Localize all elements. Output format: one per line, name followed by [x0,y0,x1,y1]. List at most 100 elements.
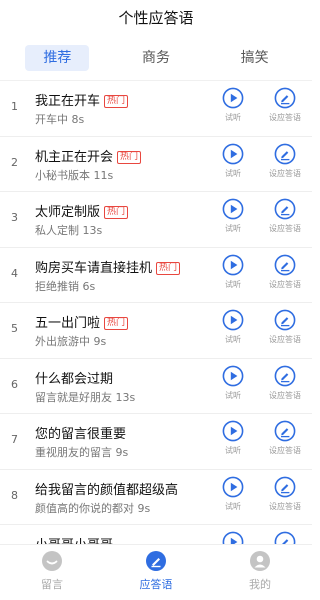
tab-funny[interactable]: 搞笑 [223,45,287,71]
bottom-nav: 留言 应答语 我的 [0,544,312,600]
item-title: 给我留言的颜值都超级高 [35,479,178,498]
set-reply-button[interactable]: 设应答语 [262,143,308,179]
item-title-text: 我正在开车 [35,94,101,109]
nav-replies-label: 应答语 [139,578,173,591]
listen-button[interactable]: 试听 [210,531,256,544]
hot-badge: 热门 [156,261,181,275]
set-reply-label: 设应答语 [269,501,301,511]
listen-button[interactable]: 试听 [210,420,256,456]
item-index: 8 [11,488,18,502]
item-title-text: 太师定制版 [35,205,101,220]
hot-badge: 热门 [104,206,129,219]
listen-label: 试听 [225,501,241,511]
item-title: 您的留言很重要 [35,423,126,442]
hot-badge: 热门 [104,95,129,108]
edit-reply-icon [274,87,296,109]
item-title: 我正在开车 热门 [35,90,129,109]
set-reply-label: 设应答语 [269,446,301,455]
listen-label: 试听 [225,390,241,400]
nav-messages-label: 留言 [41,578,63,591]
set-reply-button[interactable]: 设应答语 [262,254,308,290]
item-title: 五一出门啦 热门 [35,312,129,331]
edit-reply-icon [274,531,296,544]
item-description: 拒绝推销 6s [35,279,96,293]
listen-label: 试听 [225,335,241,344]
item-description: 外出旅游中 9s [35,335,107,348]
set-reply-label: 设应答语 [269,224,301,233]
nav-profile[interactable]: 我的 [208,545,312,600]
set-reply-label: 设应答语 [269,279,301,289]
greeting-list: 1 我正在开车 热门 开车中 8s 试听 设应答语 2 机主正在开会 热门 小秘书版本 11s 试听… [0,80,312,544]
play-icon [222,420,244,442]
listen-button[interactable]: 试听 [210,198,256,234]
nav-replies[interactable]: 应答语 [104,545,208,600]
item-title-text: 购房买车请直接挂机 [35,260,153,276]
item-title: 什么都会过期 [35,368,113,387]
message-icon [42,551,62,571]
play-icon [222,254,244,275]
item-title: 小哥哥小哥哥 [35,534,113,544]
category-tabs: 推荐 商务 搞笑 [0,44,312,72]
item-index: 3 [11,211,18,224]
play-icon [222,309,244,331]
item-index: 2 [11,155,18,169]
set-reply-button[interactable]: 设应答语 [262,365,308,401]
list-item: 2 机主正在开会 热门 小秘书版本 11s 试听 设应答语 [0,137,312,192]
listen-label: 试听 [225,446,241,455]
item-description: 私人定制 13s [35,224,103,237]
edit-reply-icon [274,365,296,386]
set-reply-button[interactable]: 设应答语 [262,309,308,345]
set-reply-button[interactable]: 设应答语 [262,420,308,456]
set-reply-label: 设应答语 [269,113,301,122]
item-title-text: 什么都会过期 [35,371,114,387]
set-reply-label: 设应答语 [269,335,301,344]
item-description: 重视朋友的留言 9s [35,446,129,459]
hot-badge: 热门 [104,317,129,330]
listen-button[interactable]: 试听 [210,309,256,345]
list-item: 3 太师定制版 热门 私人定制 13s 试听 设应答语 [0,192,312,248]
hot-badge: 热门 [117,150,142,164]
listen-button[interactable]: 试听 [210,476,256,512]
item-description: 留言就是好朋友 13s [35,390,136,404]
item-index: 5 [11,322,18,335]
item-index: 6 [11,377,18,391]
listen-button[interactable]: 试听 [210,254,256,290]
list-item: 4 购房买车请直接挂机 热门 拒绝推销 6s 试听 设应答语 [0,248,312,303]
item-description: 颜值高的你说的都对 9s [35,501,151,515]
item-title: 购房买车请直接挂机 热门 [35,257,181,276]
tab-recommended[interactable]: 推荐 [25,45,90,71]
item-index: 1 [11,100,18,113]
listen-label: 试听 [225,224,241,233]
list-item: 8 给我留言的颜值都超级高 颜值高的你说的都对 9s 试听 设应答语 [0,470,312,525]
item-title-text: 五一出门啦 [35,316,101,331]
listen-button[interactable]: 试听 [210,87,256,123]
edit-reply-icon [274,476,296,497]
play-icon [222,87,244,109]
profile-icon [250,551,270,571]
item-title: 太师定制版 热门 [35,201,129,220]
edit-reply-icon [274,198,296,220]
item-title: 机主正在开会 热门 [35,146,142,165]
item-title-text: 您的留言很重要 [35,427,127,442]
tab-business[interactable]: 商务 [124,45,188,71]
edit-reply-icon [274,254,296,275]
listen-button[interactable]: 试听 [210,143,256,179]
set-reply-button[interactable]: 设应答语 [262,87,308,123]
edit-reply-icon [274,143,296,164]
set-reply-button[interactable]: 设应答语 [262,531,308,544]
listen-label: 试听 [225,113,241,122]
set-reply-button[interactable]: 设应答语 [262,198,308,234]
list-item: 9小哥哥小哥哥试听设应答语 [0,525,312,544]
listen-button[interactable]: 试听 [210,365,256,401]
item-title-text: 给我留言的颜值都超级高 [35,482,179,498]
edit-reply-icon [274,420,296,442]
play-icon [222,365,244,386]
play-icon [222,198,244,220]
item-description: 开车中 8s [35,113,85,126]
list-item: 7 您的留言很重要 重视朋友的留言 9s 试听 设应答语 [0,414,312,470]
nav-messages[interactable]: 留言 [0,545,104,600]
set-reply-label: 设应答语 [269,168,301,178]
list-item: 6 什么都会过期留言就是好朋友 13s 试听 设应答语 [0,359,312,414]
set-reply-button[interactable]: 设应答语 [262,476,308,512]
play-icon [222,476,244,497]
